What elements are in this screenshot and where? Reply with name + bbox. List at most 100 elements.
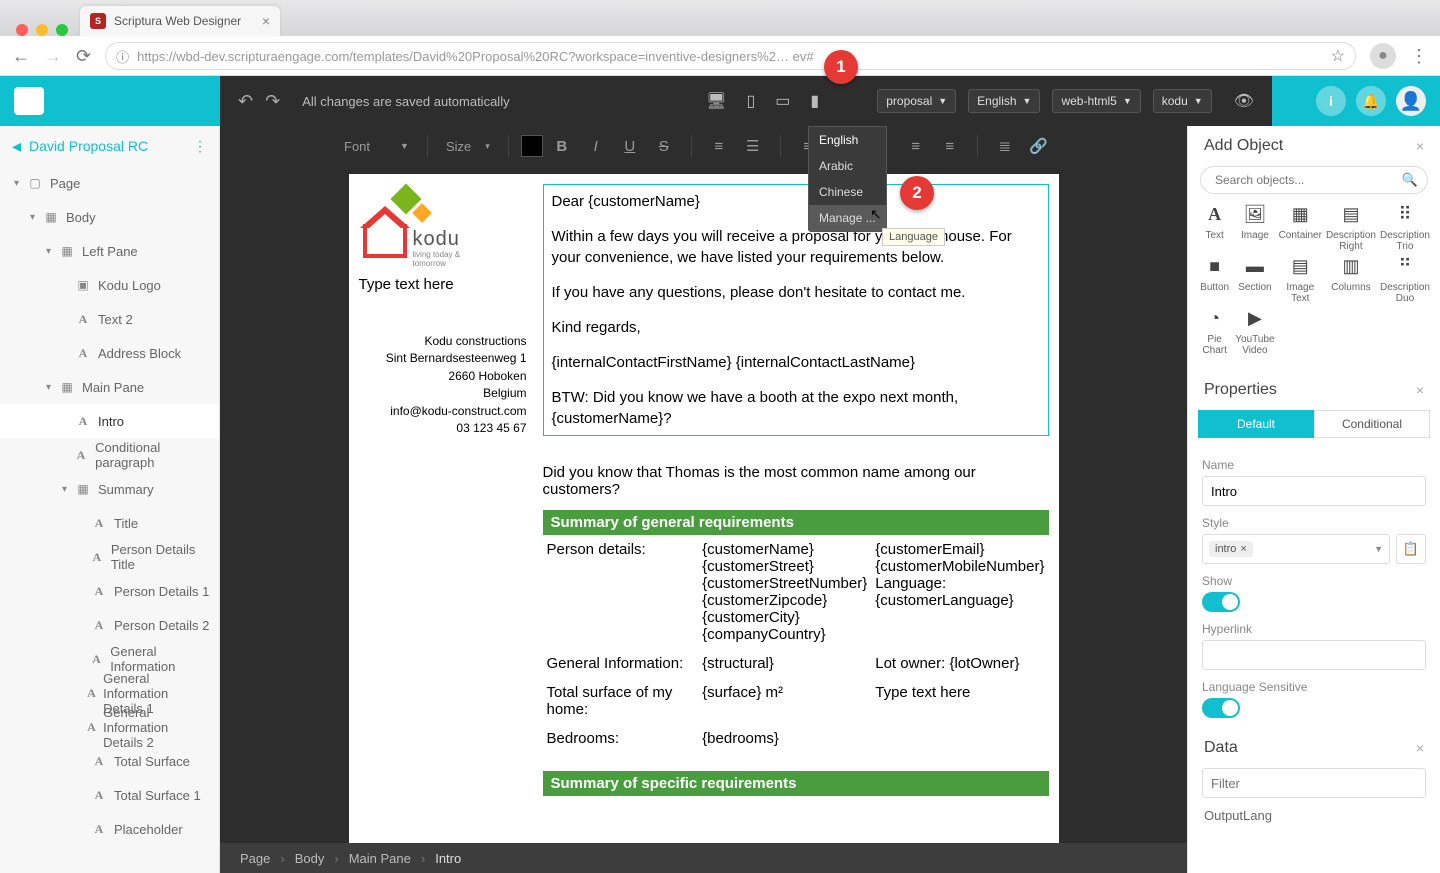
obj-text[interactable]: AText xyxy=(1198,204,1231,252)
obj-desc-trio[interactable]: ⠿Description Trio xyxy=(1380,204,1430,252)
brand-select[interactable]: kodu▼ xyxy=(1153,89,1212,113)
document-page[interactable]: koduliving today & tomorrow Type text he… xyxy=(349,174,1059,843)
summary-header[interactable]: Summary of general requirements xyxy=(543,510,1049,535)
info-icon[interactable]: ⓘ xyxy=(116,47,129,66)
collapse-icon[interactable]: × xyxy=(1416,138,1424,154)
redo-icon[interactable]: ↷ xyxy=(265,91,280,112)
prop-hyperlink-input[interactable] xyxy=(1202,640,1426,670)
intro-block[interactable]: Dear {customerName} Within a few days yo… xyxy=(543,184,1049,436)
tree-person-details-title[interactable]: APerson Details Title xyxy=(0,540,219,574)
color-swatch[interactable] xyxy=(521,135,543,157)
prop-show-toggle[interactable] xyxy=(1202,592,1240,612)
tree-body[interactable]: ▾▦Body xyxy=(0,200,219,234)
size-select[interactable]: Size▾ xyxy=(440,139,496,154)
desktop-icon[interactable]: 🖥 xyxy=(702,87,730,115)
notifications-icon[interactable]: 🔔 xyxy=(1356,86,1386,116)
lang-opt-arabic[interactable]: Arabic xyxy=(809,153,886,179)
crumb-page[interactable]: Page xyxy=(240,851,270,866)
mobile-icon[interactable]: ▮ xyxy=(806,87,823,115)
more-icon[interactable]: ⋮ xyxy=(193,138,207,155)
tree-person-details-1[interactable]: APerson Details 1 xyxy=(0,574,219,608)
maximize-window-icon[interactable] xyxy=(56,24,68,36)
obj-youtube[interactable]: ▶YouTube Video xyxy=(1235,308,1274,356)
obj-pie-chart[interactable]: ◔Pie Chart xyxy=(1198,308,1231,356)
language-select[interactable]: English▼ xyxy=(968,89,1040,113)
obj-button[interactable]: ■Button xyxy=(1198,256,1231,304)
tree-address-block[interactable]: AAddress Block xyxy=(0,336,219,370)
style-add-button[interactable]: 📋 xyxy=(1396,534,1426,564)
ordered-list-icon[interactable]: ≡ xyxy=(704,138,734,155)
specific-header[interactable]: Summary of specific requirements xyxy=(543,771,1049,796)
align-center-icon[interactable]: ≡ xyxy=(901,138,931,155)
prop-langsens-toggle[interactable] xyxy=(1202,698,1240,718)
obj-container[interactable]: ▦Container xyxy=(1279,204,1322,252)
address-bar[interactable]: ⓘ https://wbd-dev.scripturaengage.com/te… xyxy=(105,42,1356,70)
obj-image-text[interactable]: ▤Image Text xyxy=(1279,256,1322,304)
tree-text2[interactable]: AText 2 xyxy=(0,302,219,336)
app-logo[interactable] xyxy=(0,76,220,126)
collapse-icon[interactable]: × xyxy=(1416,382,1424,398)
tablet-landscape-icon[interactable]: ▭ xyxy=(771,87,794,115)
canvas-scroll[interactable]: koduliving today & tomorrow Type text he… xyxy=(220,166,1187,843)
back-icon[interactable]: ← xyxy=(12,46,30,67)
obj-desc-right[interactable]: ▤Description Right xyxy=(1326,204,1376,252)
unordered-list-icon[interactable]: ☰ xyxy=(738,137,768,155)
prop-name-input[interactable] xyxy=(1202,476,1426,506)
obj-columns[interactable]: ▥Columns xyxy=(1326,256,1376,304)
bold-icon[interactable]: B xyxy=(547,138,577,155)
obj-section[interactable]: ▬Section xyxy=(1235,256,1274,304)
tab-default[interactable]: Default xyxy=(1198,410,1314,438)
data-icon[interactable]: ≣ xyxy=(990,137,1020,155)
obj-image[interactable]: 🖼Image xyxy=(1235,204,1274,252)
tree-placeholder[interactable]: APlaceholder xyxy=(0,812,219,846)
info-button[interactable]: i xyxy=(1316,86,1346,116)
tree-total-surface-1[interactable]: ATotal Surface 1 xyxy=(0,778,219,812)
tree-kodu-logo[interactable]: ▣Kodu Logo xyxy=(0,268,219,302)
type-text-placeholder[interactable]: Type text here xyxy=(359,276,527,293)
close-window-icon[interactable] xyxy=(16,24,28,36)
tree-title[interactable]: ATitle xyxy=(0,506,219,540)
tree-person-details-2[interactable]: APerson Details 2 xyxy=(0,608,219,642)
tree-conditional-paragraph[interactable]: AConditional paragraph xyxy=(0,438,219,472)
undo-icon[interactable]: ↶ xyxy=(238,91,253,112)
data-filter-input[interactable] xyxy=(1202,768,1426,798)
user-avatar-icon[interactable]: 👤 xyxy=(1396,86,1426,116)
lang-opt-english[interactable]: English xyxy=(809,127,886,153)
lang-opt-chinese[interactable]: Chinese xyxy=(809,179,886,205)
style-chip[interactable]: intro× xyxy=(1209,541,1253,557)
conditional-paragraph[interactable]: Did you know that Thomas is the most com… xyxy=(543,464,1049,498)
minimize-window-icon[interactable] xyxy=(36,24,48,36)
browser-menu-icon[interactable]: ⋮ xyxy=(1410,46,1428,67)
tree-left-pane[interactable]: ▾▦Left Pane xyxy=(0,234,219,268)
crumb-mainpane[interactable]: Main Pane xyxy=(349,851,411,866)
back-arrow-icon[interactable]: ◂ xyxy=(12,136,21,157)
prop-style-select[interactable]: intro× ▼ xyxy=(1202,534,1390,564)
remove-chip-icon[interactable]: × xyxy=(1240,543,1246,555)
font-select[interactable]: Font▼ xyxy=(338,139,415,154)
surface-placeholder[interactable]: Type text here xyxy=(871,678,1048,724)
output-select[interactable]: web-html5▼ xyxy=(1052,89,1140,113)
browser-tab[interactable]: S Scriptura Web Designer × xyxy=(80,6,280,36)
tree-summary[interactable]: ▾▦Summary xyxy=(0,472,219,506)
preview-icon[interactable]: 👁 xyxy=(1234,91,1254,111)
align-right-icon[interactable]: ≡ xyxy=(935,138,965,155)
underline-icon[interactable]: U xyxy=(615,138,645,155)
close-tab-icon[interactable]: × xyxy=(262,13,270,29)
collapse-icon[interactable]: × xyxy=(1416,740,1424,756)
profile-avatar-icon[interactable]: ● xyxy=(1370,43,1396,69)
tree-main-pane[interactable]: ▾▦Main Pane xyxy=(0,370,219,404)
template-header[interactable]: ◂ David Proposal RC ⋮ xyxy=(0,126,219,166)
bookmark-icon[interactable]: ☆ xyxy=(1331,46,1345,66)
tree-intro[interactable]: AIntro xyxy=(0,404,219,438)
object-search-input[interactable] xyxy=(1200,166,1428,194)
link-icon[interactable]: 🔗 xyxy=(1024,137,1054,155)
italic-icon[interactable]: I xyxy=(581,138,611,155)
tree-general-information-details-2[interactable]: AGeneral Information Details 2 xyxy=(0,710,219,744)
obj-desc-duo[interactable]: ⠛Description Duo xyxy=(1380,256,1430,304)
reload-icon[interactable]: ⟳ xyxy=(76,46,91,67)
crumb-body[interactable]: Body xyxy=(295,851,325,866)
strikethrough-icon[interactable]: S xyxy=(649,138,679,155)
search-icon[interactable]: 🔍 xyxy=(1402,172,1418,188)
template-select[interactable]: proposal▼ xyxy=(877,89,956,113)
tree-page[interactable]: ▾▢Page xyxy=(0,166,219,200)
